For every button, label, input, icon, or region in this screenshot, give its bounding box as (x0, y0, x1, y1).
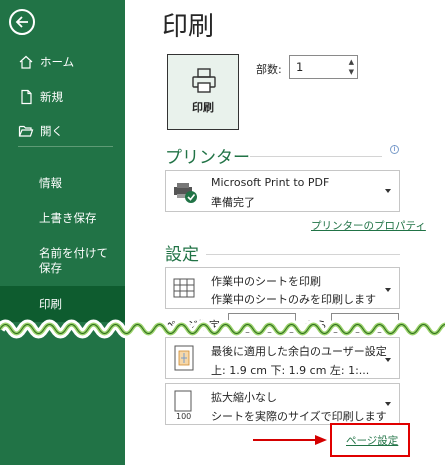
sidebar-item-info[interactable]: 情報 (0, 173, 125, 193)
copies-value: 1 (296, 60, 304, 74)
printer-properties-link[interactable]: プリンターのプロパティ (311, 218, 426, 233)
sidebar-item-new[interactable]: 新規 (0, 87, 125, 107)
margins-title: 最後に適用した余白のユーザー設定 (211, 345, 387, 358)
info-icon[interactable]: i (390, 145, 399, 154)
highlight-box (330, 423, 410, 457)
section-divider (250, 156, 382, 157)
sidebar-item-home[interactable]: ホーム (0, 52, 125, 72)
back-arrow-icon[interactable] (9, 9, 35, 35)
sidebar-item-label: 印刷 (39, 297, 62, 311)
sidebar-item-save-as[interactable]: 名前を付けて保存 (0, 246, 125, 280)
print-what-dropdown[interactable]: 作業中のシートを印刷 作業中のシートのみを印刷します (165, 267, 400, 309)
spin-up-icon[interactable]: ▲ (349, 58, 354, 66)
svg-text:100: 100 (176, 412, 191, 420)
margins-dropdown[interactable]: 最後に適用した余白のユーザー設定 上: 1.9 cm 下: 1.9 cm 左: … (165, 337, 400, 379)
printer-icon (192, 68, 216, 93)
backstage-sidebar: ホーム 新規 開く 情報 上書き保存 名前を付けて保存 印刷 (0, 0, 125, 465)
sidebar-item-label: 新規 (40, 90, 63, 104)
home-icon (18, 54, 34, 70)
print-button[interactable]: 印刷 (167, 54, 239, 130)
copies-input[interactable]: 1 ▲ ▼ (289, 55, 358, 79)
printer-section-heading: プリンター (165, 148, 250, 168)
chevron-down-icon (385, 189, 391, 193)
scale-100-icon: 100 (174, 390, 192, 420)
sidebar-item-label: ホーム (40, 55, 75, 69)
sidebar-item-save[interactable]: 上書き保存 (0, 208, 125, 228)
printer-name: Microsoft Print to PDF (211, 176, 330, 189)
red-arrow-icon (253, 435, 327, 445)
printer-ready-icon (174, 183, 197, 203)
printer-status: 準備完了 (211, 196, 255, 209)
new-document-icon (18, 89, 34, 105)
chevron-down-icon (385, 288, 391, 292)
sidebar-item-label: 開く (40, 124, 63, 138)
print-what-desc: 作業中のシートのみを印刷します (211, 293, 376, 306)
print-what-title: 作業中のシートを印刷 (211, 275, 321, 288)
sidebar-item-label: 情報 (39, 176, 62, 190)
margins-icon (174, 345, 194, 371)
scaling-dropdown[interactable]: 100 拡大縮小なし シートを実際のサイズで印刷します (165, 383, 400, 425)
sidebar-item-open[interactable]: 開く (0, 121, 125, 141)
sheet-grid-icon (173, 278, 195, 298)
chevron-down-icon (385, 358, 391, 362)
settings-section-heading: 設定 (165, 245, 199, 265)
scaling-title: 拡大縮小なし (211, 391, 277, 404)
folder-open-icon (18, 123, 34, 139)
chevron-down-icon (385, 402, 391, 406)
page-title: 印刷 (162, 12, 215, 42)
printer-dropdown[interactable]: Microsoft Print to PDF 準備完了 (165, 170, 400, 212)
spin-down-icon[interactable]: ▼ (349, 68, 354, 76)
sidebar-item-label: 上書き保存 (39, 211, 97, 225)
section-divider (206, 254, 400, 255)
sidebar-item-label: 名前を付けて保存 (39, 246, 108, 275)
copies-label: 部数: (256, 63, 282, 76)
sidebar-divider (18, 146, 113, 147)
margins-desc: 上: 1.9 cm 下: 1.9 cm 左: 1:... (211, 364, 370, 377)
scaling-desc: シートを実際のサイズで印刷します (211, 410, 387, 423)
print-button-label: 印刷 (192, 101, 214, 114)
